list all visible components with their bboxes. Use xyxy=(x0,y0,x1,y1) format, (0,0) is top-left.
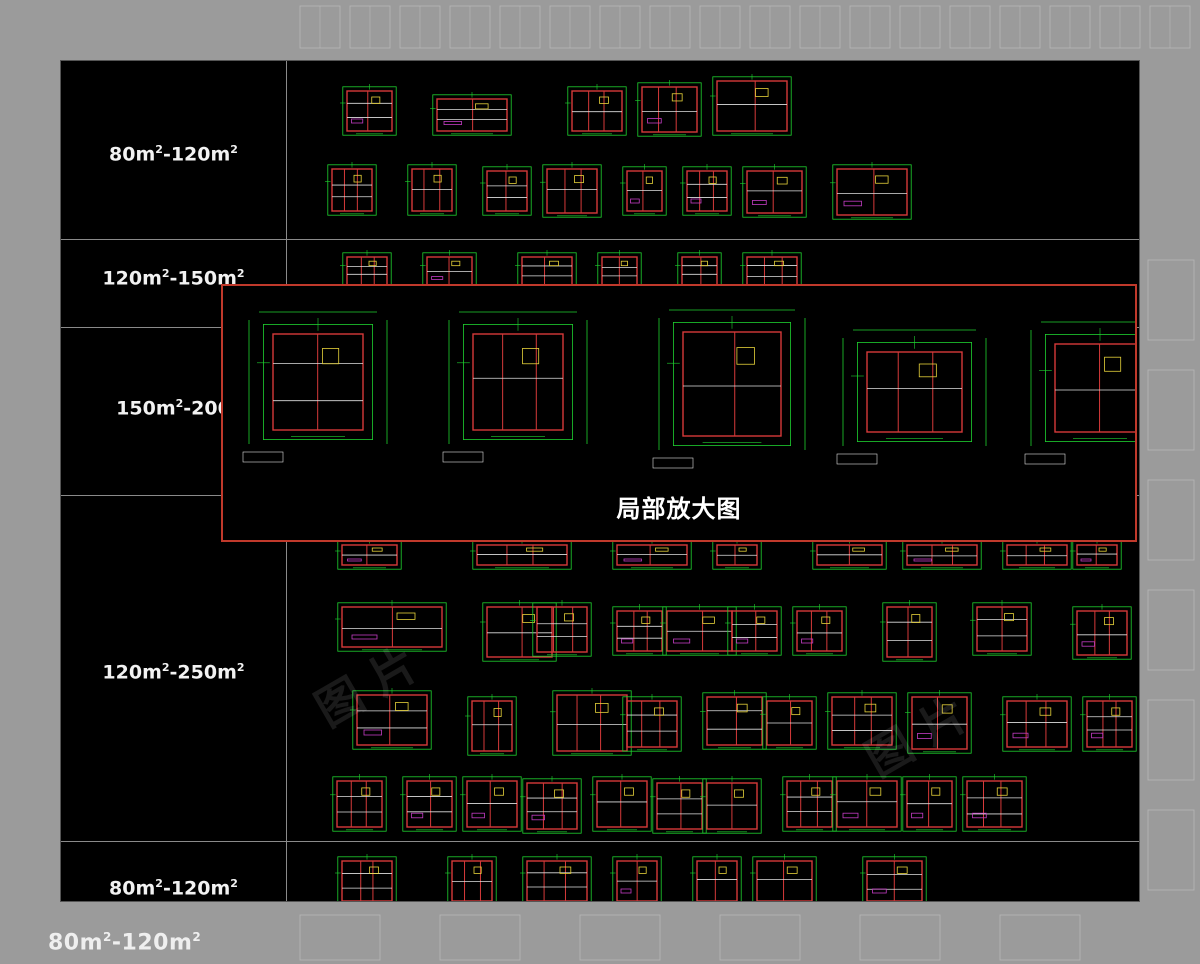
floor-plan xyxy=(470,538,572,570)
background-floor-plan xyxy=(1049,5,1091,49)
floor-plan xyxy=(1039,328,1135,442)
area-label-row-5: 80m2-120m2 xyxy=(109,877,238,900)
background-floor-plan xyxy=(349,5,391,49)
background-floor-plan xyxy=(1099,5,1141,49)
floor-plan xyxy=(340,84,397,136)
background-floor-plan xyxy=(449,5,491,49)
floor-plan xyxy=(1000,538,1072,570)
floor-plan xyxy=(1000,694,1072,752)
floor-plan xyxy=(700,776,762,834)
floor-plan xyxy=(750,854,817,901)
background-floor-plan xyxy=(649,5,691,49)
floor-plan xyxy=(590,774,652,832)
floor-plan xyxy=(480,164,532,216)
background-floor-plan xyxy=(699,5,741,49)
floor-plan xyxy=(335,538,402,570)
zoom-detail-panel: 局部放大图 xyxy=(221,284,1137,542)
background-floor-plan xyxy=(299,5,341,49)
floor-plan xyxy=(400,774,457,832)
background-floor-plan xyxy=(399,5,441,49)
floor-plan xyxy=(760,694,817,750)
floor-plan xyxy=(680,164,732,216)
floor-plan xyxy=(970,600,1032,656)
floor-plan xyxy=(900,538,982,570)
background-floor-plan xyxy=(749,5,791,49)
background-floor-plan xyxy=(499,5,541,49)
background-floor-plan xyxy=(549,5,591,49)
area-label-row-1: 80m2-120m2 xyxy=(109,143,238,166)
floor-plan xyxy=(520,776,582,834)
zoom-panel-title: 局部放大图 xyxy=(616,494,742,523)
floor-plan xyxy=(430,92,512,136)
floor-plan xyxy=(851,336,973,442)
floor-plan xyxy=(1070,538,1122,570)
floor-plan xyxy=(335,854,397,901)
background-floor-plan xyxy=(1149,5,1191,49)
floor-plan xyxy=(790,604,847,656)
background-floor-plan xyxy=(849,5,891,49)
floor-plan xyxy=(530,600,592,657)
floor-plan xyxy=(667,316,791,446)
floor-plan xyxy=(257,318,373,440)
floor-plan xyxy=(725,604,782,656)
background-floor-plan xyxy=(599,5,641,49)
floor-plan xyxy=(880,600,937,662)
floor-plan xyxy=(860,854,927,901)
floor-plan xyxy=(330,774,387,832)
floor-plan xyxy=(457,318,573,440)
floor-plan xyxy=(710,538,762,570)
floor-plan xyxy=(550,688,632,756)
floor-plan xyxy=(1080,694,1137,752)
floor-plan xyxy=(650,776,707,834)
floor-plan xyxy=(520,854,592,901)
floor-plan xyxy=(610,538,692,570)
floor-plan xyxy=(690,854,742,901)
floor-plan xyxy=(565,84,627,136)
floor-plan xyxy=(610,604,667,656)
floor-plan xyxy=(960,774,1027,832)
floor-plan xyxy=(325,162,377,216)
background-area-label: 80m2-120m2 xyxy=(48,930,202,956)
floor-plan xyxy=(700,690,767,750)
floor-plan xyxy=(660,604,737,656)
background-floor-plan xyxy=(949,5,991,49)
floor-plan xyxy=(900,774,957,832)
floor-plan xyxy=(710,74,792,136)
floor-plan xyxy=(540,162,602,218)
floor-plan xyxy=(460,774,522,832)
background-floor-plan xyxy=(899,5,941,49)
floor-plan xyxy=(780,774,837,832)
floor-plan xyxy=(620,164,667,216)
floor-plan xyxy=(620,694,682,752)
floor-plan xyxy=(405,162,457,216)
floor-plan xyxy=(445,854,497,901)
floor-plan xyxy=(830,162,912,220)
floor-plan xyxy=(635,80,702,137)
floor-plan xyxy=(610,854,662,901)
floor-plan xyxy=(740,164,807,218)
floor-plan xyxy=(465,694,517,756)
floor-plan xyxy=(810,538,887,570)
floor-plan xyxy=(1070,604,1132,660)
background-floor-plan xyxy=(799,5,841,49)
area-label-row-4: 120m2-250m2 xyxy=(102,661,245,684)
background-floor-plan xyxy=(999,5,1041,49)
